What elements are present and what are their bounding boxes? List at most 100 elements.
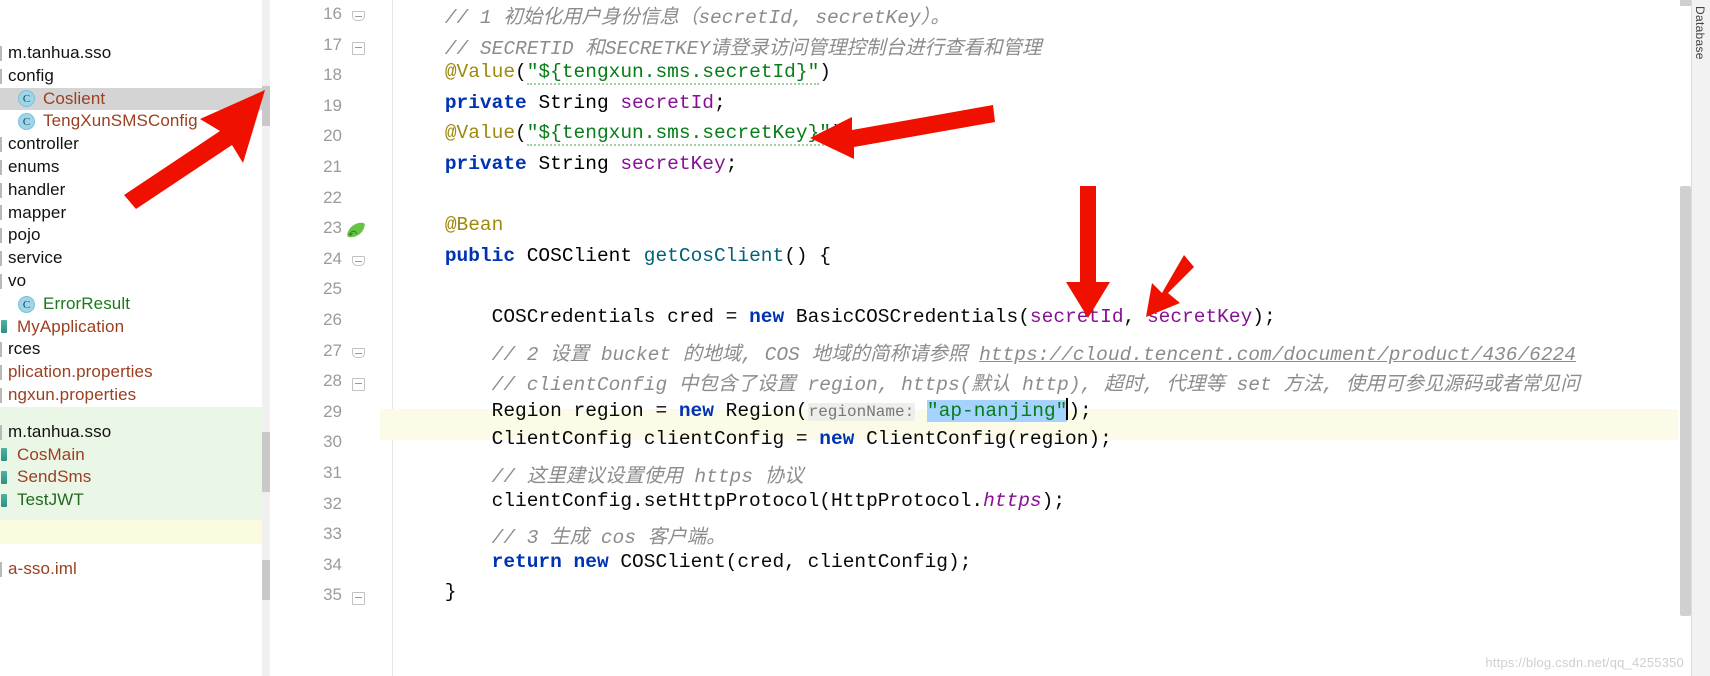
tree-item-m-tanhua-sso[interactable]: m.tanhua.sso	[0, 421, 262, 444]
enum-https: https	[983, 489, 1042, 512]
java-file-icon	[0, 493, 9, 508]
code-line[interactable]: COSCredentials cred = new BasicCOSCreden…	[398, 306, 1276, 328]
tree-item-errorresult[interactable]: C ErrorResult	[0, 293, 262, 316]
tool-window-database-label[interactable]: Database	[1693, 6, 1707, 60]
field-secretkey: secretKey	[620, 153, 726, 175]
tree-guide-line	[0, 387, 2, 403]
line-number: 31	[323, 463, 342, 482]
code-line[interactable]: @Bean	[398, 214, 504, 236]
method-getcosclient: getCosClient	[643, 244, 785, 267]
line-number: 19	[323, 95, 342, 115]
tree-item-label: mapper	[8, 202, 67, 222]
line-number: 28	[323, 371, 342, 391]
code-line[interactable]: // 3 生成 cos 客户端。	[398, 520, 726, 549]
editor-scrollbar-thumb[interactable]	[1680, 186, 1691, 616]
keyword-public: public	[444, 244, 516, 267]
code-fold-toggle[interactable]	[352, 11, 366, 25]
line-number: 33	[323, 524, 342, 544]
code-line[interactable]: }	[398, 581, 457, 603]
tree-item-ngxun-properties[interactable]: ngxun.properties	[0, 384, 262, 407]
arg-secretkey: secretKey	[1146, 306, 1253, 328]
keyword-return: return	[491, 550, 562, 573]
class-icon: C	[18, 295, 35, 313]
keyword-new: new	[678, 399, 714, 422]
tree-item-config[interactable]: config	[0, 65, 262, 88]
code-fold-toggle[interactable]	[352, 378, 366, 392]
right-tool-window-stripe[interactable]: Database	[1691, 0, 1710, 676]
changed-lines-marker-3	[262, 560, 270, 600]
code-line[interactable]: clientConfig.setHttpProtocol(HttpProtoco…	[398, 490, 1065, 512]
code-line[interactable]: // 1 初始化用户身份信息（secretId, secretKey）。	[398, 0, 950, 29]
code-text-area[interactable]: // 1 初始化用户身份信息（secretId, secretKey）。 // …	[380, 0, 1710, 676]
tree-item-enums[interactable]: enums	[0, 156, 262, 179]
tree-item-label: SendSms	[17, 467, 92, 487]
tree-item-myapplication[interactable]: MyApplication	[0, 316, 262, 339]
tree-item-plication-properties[interactable]: plication.properties	[0, 361, 262, 384]
tree-item-handler[interactable]: handler	[0, 179, 262, 202]
code-line[interactable]: Region region = new Region(regionName: "…	[398, 397, 1092, 422]
tree-item-label: config	[8, 65, 54, 85]
code-line[interactable]: private String secretId;	[398, 92, 726, 114]
string-literal: "${tengxun.sms.secretId}"	[526, 61, 820, 86]
code-line[interactable]: // 这里建议设置使用 https 协议	[398, 459, 804, 488]
tree-item-vo[interactable]: vo	[0, 270, 262, 293]
tree-item-tengxunsmsconfig[interactable]: C TengXunSMSConfig	[0, 110, 262, 133]
code-line[interactable]: // 2 设置 bucket 的地域, COS 地域的简称请参照 https:/…	[398, 337, 1576, 366]
tree-item-service[interactable]: service	[0, 247, 262, 270]
tree-guide-line	[0, 251, 2, 267]
code-editor[interactable]: 16 17 18 19 20 21 22 23 ↶ 24 25 26 27 28 29 30 31 32 33 34 3…	[262, 0, 1710, 676]
code-line[interactable]: return new COSClient(cred, clientConfig)…	[398, 550, 972, 573]
tree-item-pojo[interactable]: pojo	[0, 224, 262, 247]
tree-item-m-tanhua-sso[interactable]: m.tanhua.sso	[0, 42, 262, 65]
comment-url-link[interactable]: https://cloud.tencent.com/document/produ…	[979, 344, 1576, 366]
selected-string-literal[interactable]: "ap-nanjing"	[926, 399, 1068, 422]
tree-item-mapper[interactable]: mapper	[0, 202, 262, 225]
line-number: 22	[323, 187, 342, 207]
line-number: 35	[323, 585, 342, 605]
tree-item-controller[interactable]: controller	[0, 133, 262, 156]
java-file-icon	[0, 470, 9, 485]
code-line[interactable]: // SECRETID 和SECRETKEY请登录访问管理控制台进行查看和管理	[398, 31, 1042, 60]
code-comment: // clientConfig 中包含了设置 region, https(默认 …	[398, 374, 1580, 397]
code-comment: // 这里建议设置使用 https 协议	[398, 466, 804, 488]
tree-item-module-iml[interactable]: a-sso.iml	[0, 558, 262, 581]
tree-item-label: ngxun.properties	[8, 384, 137, 404]
code-line[interactable]: private String secretKey;	[398, 153, 738, 175]
tree-item-label: m.tanhua.sso	[8, 43, 112, 62]
tree-item-cosmain[interactable]: CosMain	[0, 444, 262, 467]
code-fold-toggle[interactable]	[352, 255, 366, 270]
keyword-new: new	[573, 550, 609, 573]
tree-item-coslient[interactable]: C Coslient	[0, 87, 262, 111]
changed-lines-marker-2	[262, 432, 270, 492]
spring-bean-gutter-icon[interactable]: ↶	[346, 221, 366, 241]
line-number: 16	[323, 4, 342, 23]
code-line[interactable]: ClientConfig clientConfig = new ClientCo…	[398, 428, 1112, 450]
line-number: 29	[323, 401, 342, 421]
code-line[interactable]: @Value("${tengxun.sms.secretKey}")	[398, 122, 843, 147]
keyword-new: new	[749, 306, 785, 328]
parameter-name-hint: regionName:	[807, 402, 916, 421]
code-line[interactable]: @Value("${tengxun.sms.secretId}")	[398, 61, 831, 86]
tree-guide-line	[0, 342, 2, 358]
class-icon: C	[18, 113, 35, 131]
type-string: String	[538, 153, 609, 175]
tree-item-label: controller	[8, 134, 79, 154]
line-number: 21	[323, 157, 342, 176]
line-number: 25	[323, 279, 342, 299]
field-secretid: secretId	[620, 91, 714, 114]
tree-item-label: TengXunSMSConfig	[43, 111, 198, 131]
line-number-gutter[interactable]: 16 17 18 19 20 21 22 23 ↶ 24 25 26 27 28 29 30 31 32 33 34 3…	[270, 0, 380, 676]
code-fold-toggle[interactable]	[352, 592, 366, 606]
tree-item-label: m.tanhua.sso	[8, 421, 112, 441]
project-tree-panel[interactable]: m.tanhua.sso config C Coslient C TengXunSMSCo…	[0, 0, 262, 676]
code-line[interactable]: // clientConfig 中包含了设置 region, https(默认 …	[398, 367, 1580, 396]
tree-item-label: vo	[8, 270, 27, 290]
tree-item-testjwt[interactable]: TestJWT	[0, 489, 262, 512]
code-fold-toggle[interactable]	[352, 347, 366, 362]
tree-item-sendsms[interactable]: SendSms	[0, 466, 262, 489]
tree-item-rces[interactable]: rces	[0, 338, 262, 361]
tree-item-label: rces	[8, 339, 41, 359]
code-fold-toggle[interactable]	[352, 41, 366, 56]
code-line[interactable]: public COSClient getCosClient() {	[398, 245, 831, 267]
line-number: 32	[323, 493, 342, 513]
